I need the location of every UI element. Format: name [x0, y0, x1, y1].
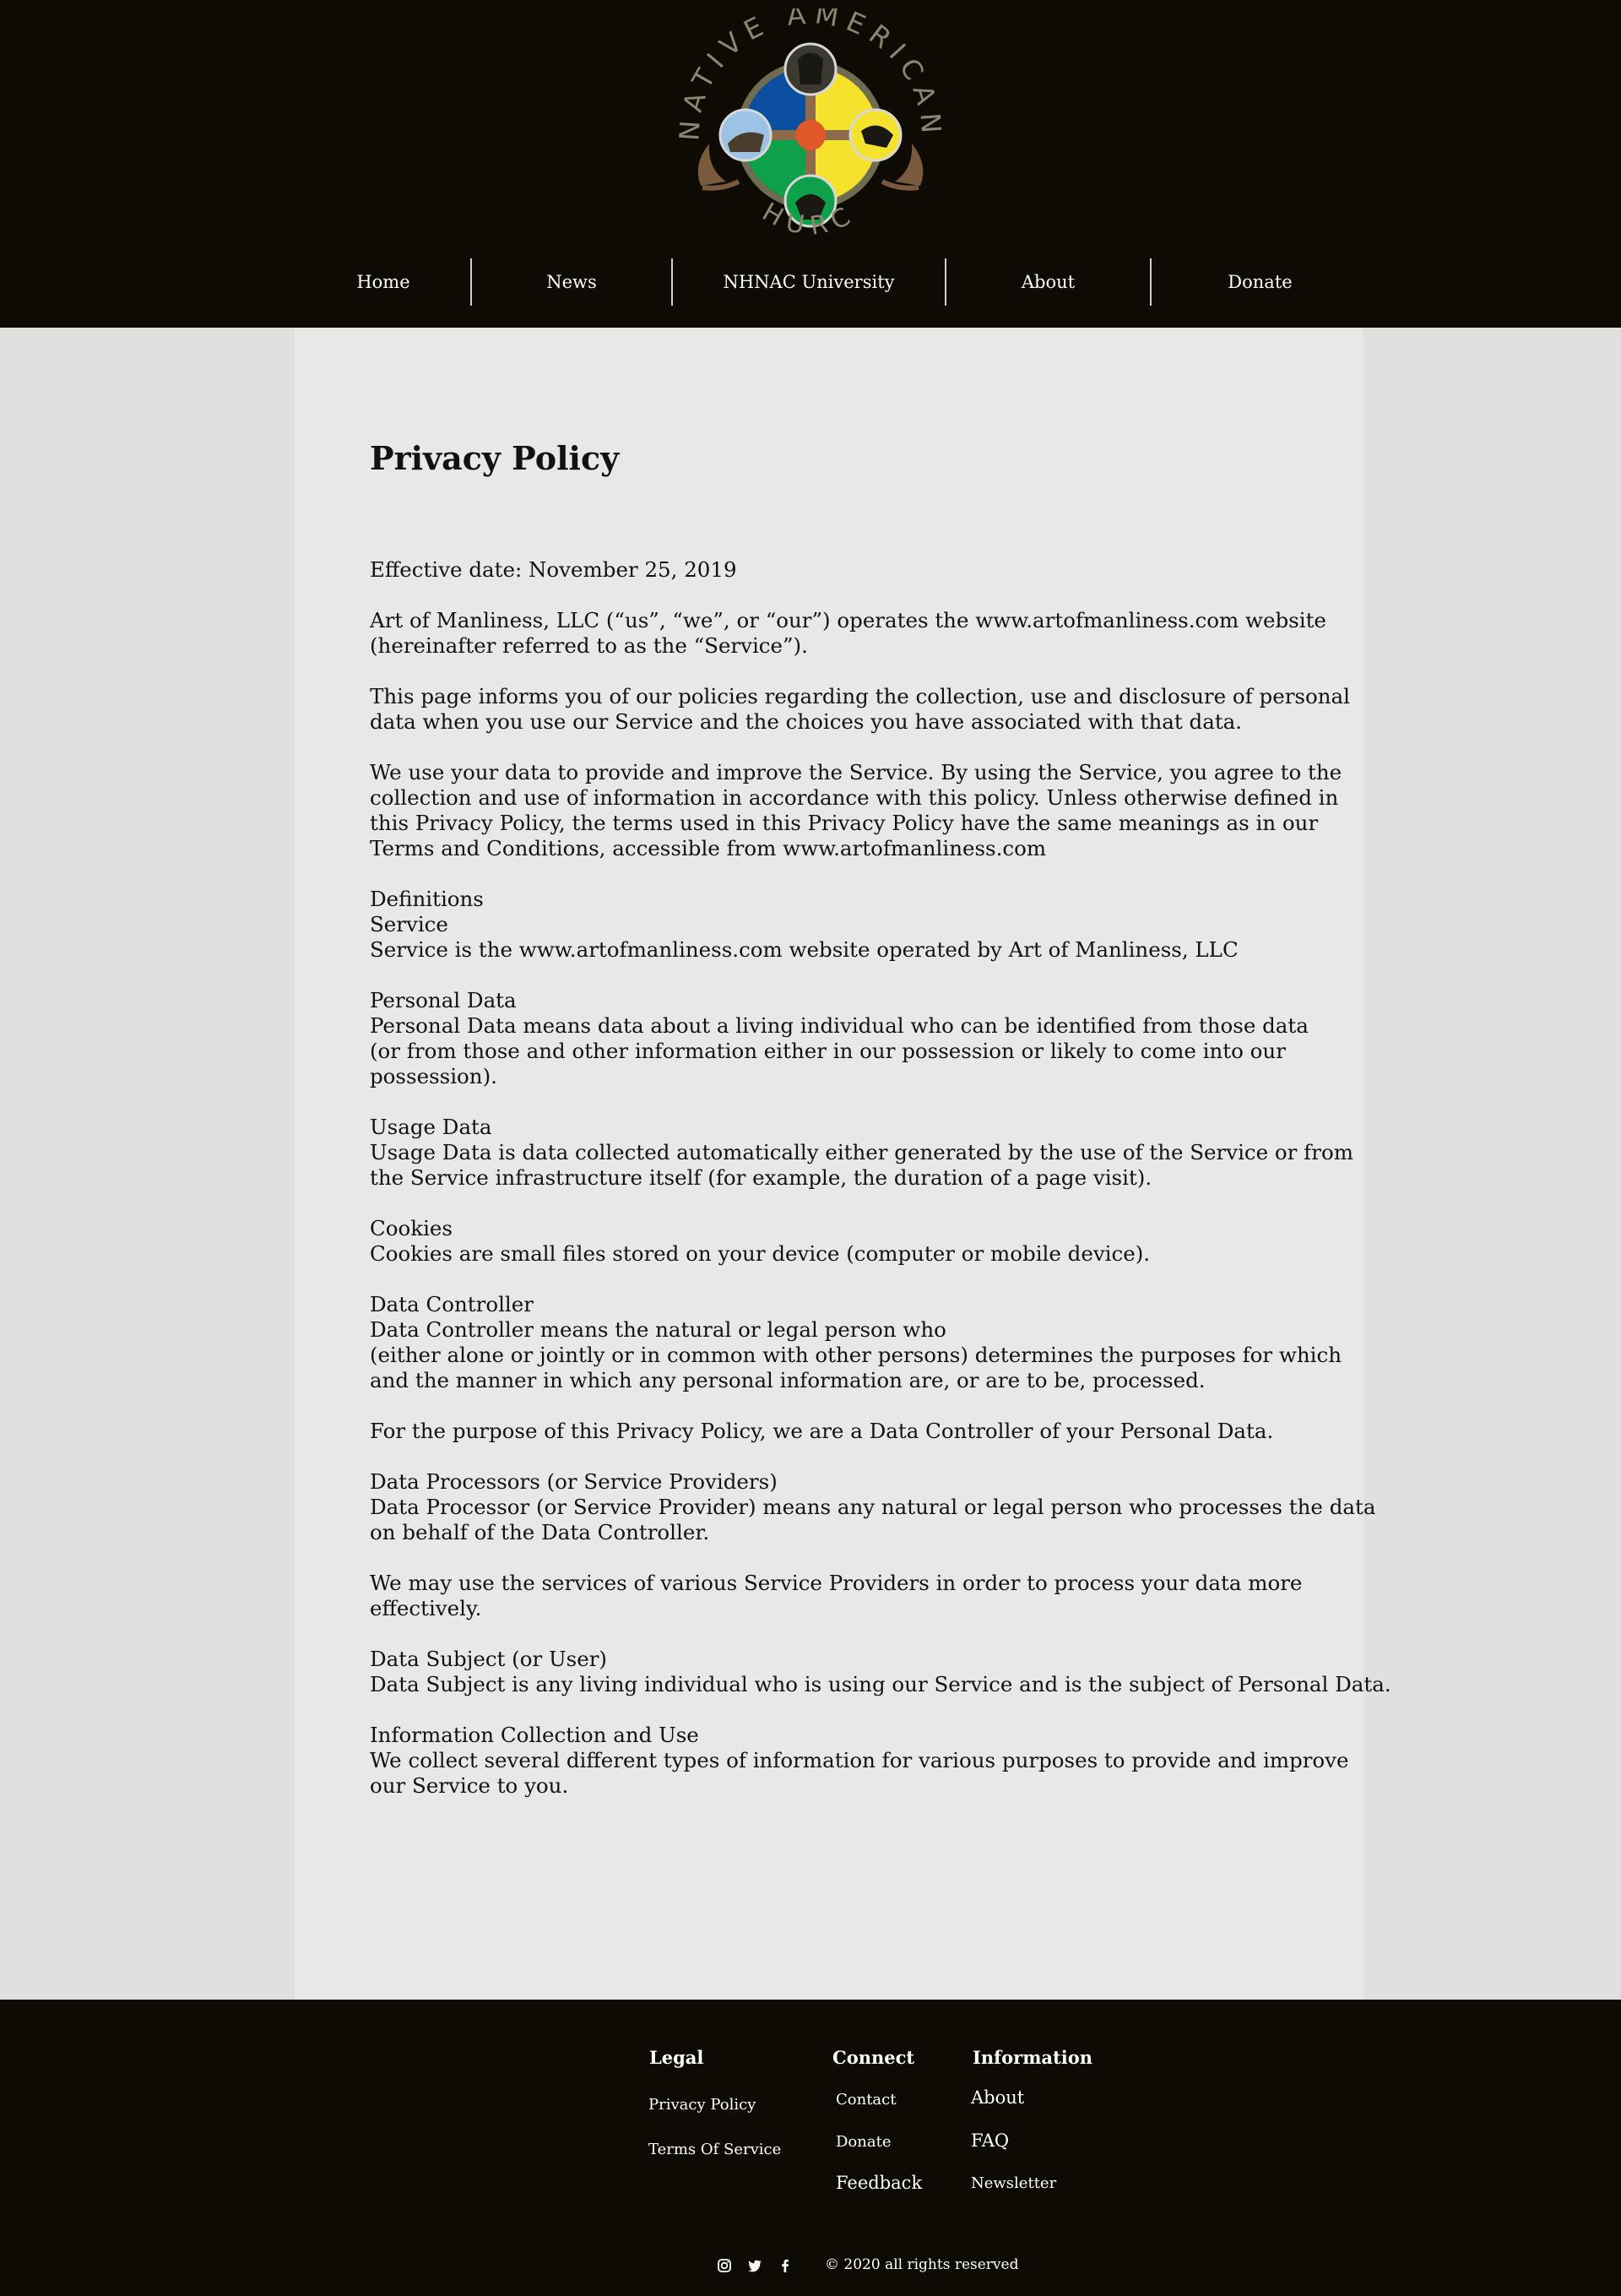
- text-line: Terms and Conditions, accessible from ww…: [370, 836, 1047, 860]
- text-line: and the manner in which any personal inf…: [370, 1368, 1206, 1392]
- text-line: Cookies: [370, 1216, 453, 1240]
- text-line: Data Subject (or User): [370, 1647, 607, 1671]
- footer-link-donate[interactable]: Donate: [836, 2133, 891, 2151]
- paragraph-intro: Art of Manliness, LLC (“us”, “we”, or “o…: [370, 608, 1366, 659]
- text-line: Usage Data: [370, 1115, 492, 1139]
- text-line: on behalf of the Data Controller.: [370, 1520, 710, 1544]
- text-line: our Service to you.: [370, 1773, 569, 1798]
- text-line: We use your data to provide and improve …: [370, 760, 1342, 784]
- text-line: Definitions: [370, 887, 484, 911]
- church-logo[interactable]: NATIVE AMERICAN CHURCH: [675, 8, 946, 253]
- text-line: Cookies are small files stored on your d…: [370, 1241, 1151, 1266]
- text-line: Art of Manliness, LLC (“us”, “we”, or “o…: [370, 608, 1326, 632]
- text-line: Data Subject is any living individual wh…: [370, 1672, 1391, 1696]
- text-line: Data Controller means the natural or leg…: [370, 1317, 946, 1342]
- text-line: this Privacy Policy, the terms used in t…: [370, 811, 1319, 835]
- text-line: Information Collection and Use: [370, 1723, 699, 1747]
- text-line: (hereinafter referred to as the “Service…: [370, 633, 808, 658]
- text-line: Usage Data is data collected automatical…: [370, 1140, 1353, 1164]
- paragraph-personal-data: Personal Data Personal Data means data a…: [370, 988, 1366, 1089]
- text-line: Data Processors (or Service Providers): [370, 1469, 778, 1494]
- text-line: Personal Data: [370, 988, 517, 1012]
- main-nav: Home News NHNAC University About Donate: [0, 258, 1621, 306]
- footer-connect-heading: Connect: [832, 2047, 915, 2068]
- text-line: data when you use our Service and the ch…: [370, 709, 1243, 734]
- footer-link-about[interactable]: About: [971, 2087, 1024, 2108]
- footer-link-faq[interactable]: FAQ: [971, 2130, 1009, 2151]
- text-line: Data Processor (or Service Provider) mea…: [370, 1495, 1376, 1519]
- footer-link-terms-of-service[interactable]: Terms Of Service: [648, 2141, 781, 2158]
- text-line: collection and use of information in acc…: [370, 785, 1339, 810]
- copyright-text: © 2020 all rights reserved: [825, 2256, 1019, 2273]
- paragraph-definitions: Definitions Service Service is the www.a…: [370, 887, 1366, 963]
- footer-link-contact[interactable]: Contact: [836, 2091, 896, 2109]
- text-line: effectively.: [370, 1596, 482, 1620]
- text-line: Service is the www.artofmanliness.com we…: [370, 937, 1239, 962]
- paragraph-processors: Data Processors (or Service Providers) D…: [370, 1469, 1376, 1545]
- text-line: Effective date: November 25, 2019: [370, 557, 737, 582]
- text-line: We collect several different types of in…: [370, 1748, 1349, 1772]
- paragraph-usage-data: Usage Data Usage Data is data collected …: [370, 1115, 1366, 1191]
- nav-donate[interactable]: Donate: [1152, 258, 1369, 306]
- text-line: We may use the services of various Servi…: [370, 1571, 1303, 1595]
- paragraph-data-controller: Data Controller Data Controller means th…: [370, 1292, 1366, 1393]
- paragraph-use: We use your data to provide and improve …: [370, 760, 1366, 861]
- footer-link-privacy-policy[interactable]: Privacy Policy: [648, 2096, 756, 2114]
- footer-link-newsletter[interactable]: Newsletter: [971, 2174, 1056, 2192]
- content-area: Privacy Policy Effective date: November …: [295, 328, 1391, 2000]
- nav-home[interactable]: Home: [295, 258, 472, 306]
- policy-text: Effective date: November 25, 2019 Art of…: [370, 557, 1391, 1824]
- paragraph-informs: This page informs you of our policies re…: [370, 684, 1366, 735]
- paragraph-providers: We may use the services of various Servi…: [370, 1571, 1366, 1621]
- site-header: NATIVE AMERICAN CHURCH Home News NHNAC U…: [0, 0, 1621, 328]
- page-title: Privacy Policy: [370, 439, 620, 477]
- footer-information-heading: Information: [973, 2047, 1092, 2068]
- text-line: (either alone or jointly or in common wi…: [370, 1343, 1342, 1367]
- nav-nhnac-university[interactable]: NHNAC University: [673, 258, 945, 306]
- paragraph-purpose: For the purpose of this Privacy Policy, …: [370, 1419, 1366, 1444]
- text-line: Personal Data means data about a living …: [370, 1013, 1309, 1038]
- paragraph-subject: Data Subject (or User) Data Subject is a…: [370, 1647, 1391, 1697]
- nav-about[interactable]: About: [946, 258, 1150, 306]
- nav-news[interactable]: News: [472, 258, 671, 306]
- paragraph-cookies: Cookies Cookies are small files stored o…: [370, 1216, 1366, 1267]
- text-line: the Service infrastructure itself (for e…: [370, 1165, 1152, 1190]
- facebook-icon[interactable]: [778, 2258, 793, 2273]
- site-footer: [0, 2000, 1621, 2296]
- text-line: Data Controller: [370, 1292, 534, 1316]
- effective-date: Effective date: November 25, 2019: [370, 557, 1366, 583]
- instagram-icon[interactable]: [717, 2258, 732, 2273]
- text-line: This page informs you of our policies re…: [370, 684, 1350, 708]
- footer-legal-heading: Legal: [649, 2047, 704, 2068]
- twitter-icon[interactable]: [747, 2258, 762, 2273]
- text-line: Service: [370, 912, 448, 936]
- text-line: For the purpose of this Privacy Policy, …: [370, 1419, 1274, 1443]
- text-line: possession).: [370, 1064, 497, 1088]
- text-line: (or from those and other information eit…: [370, 1039, 1286, 1063]
- footer-link-feedback[interactable]: Feedback: [836, 2173, 922, 2193]
- paragraph-collection: Information Collection and Use We collec…: [370, 1723, 1366, 1799]
